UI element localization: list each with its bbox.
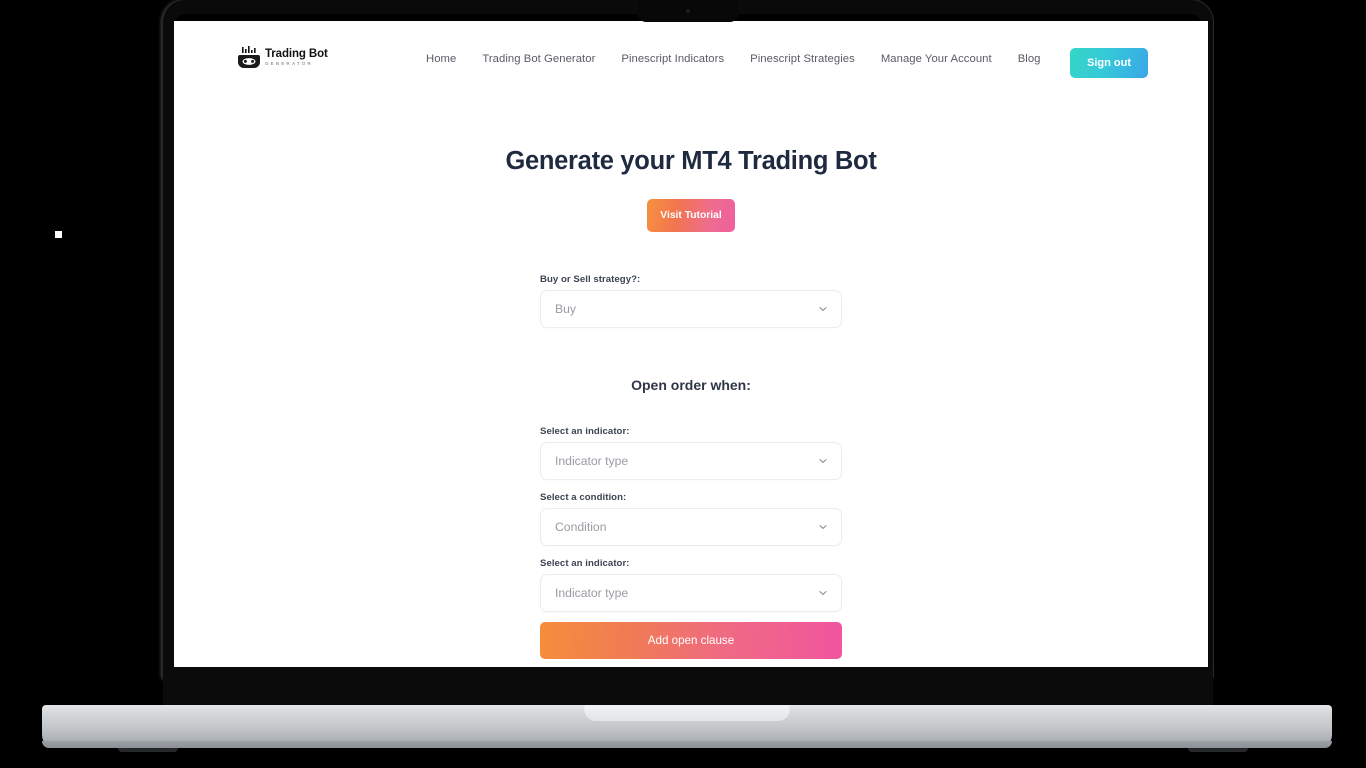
condition-select[interactable]: Condition (540, 508, 842, 546)
logo-tagline: GENERATOR (265, 61, 313, 67)
webcam-icon (686, 9, 690, 13)
condition-select-value: Condition (555, 520, 607, 534)
indicator-one-select[interactable]: Indicator type (540, 442, 842, 480)
indicator-two-label: Select an indicator: (540, 558, 630, 569)
strategy-field-group: Buy or Sell strategy?: Buy (540, 274, 842, 328)
site-logo[interactable]: Trading Bot GENERATOR (238, 46, 328, 70)
chevron-down-icon (819, 589, 827, 597)
laptop-base-edge (42, 741, 1332, 748)
indicator-two-select-value: Indicator type (555, 586, 629, 600)
visit-tutorial-button[interactable]: Visit Tutorial (647, 199, 735, 232)
indicator-two-select[interactable]: Indicator type (540, 574, 842, 612)
indicator-one-label: Select an indicator: (540, 426, 630, 437)
laptop-base-notch (584, 705, 790, 721)
condition-label: Select a condition: (540, 492, 627, 503)
nav-item-blog[interactable]: Blog (1018, 53, 1041, 65)
chevron-down-icon (819, 523, 827, 531)
add-open-clause-button[interactable]: Add open clause (540, 622, 842, 659)
chevron-down-icon (819, 305, 827, 313)
laptop-display: Trading Bot GENERATOR Home Trading Bot G… (174, 21, 1208, 667)
chevron-down-icon (819, 457, 827, 465)
nav-item-trading-bot-generator[interactable]: Trading Bot Generator (482, 53, 595, 65)
main-navigation: Home Trading Bot Generator Pinescript In… (426, 21, 1041, 97)
site-header: Trading Bot GENERATOR Home Trading Bot G… (174, 21, 1208, 97)
open-order-section-heading: Open order when: (631, 377, 751, 393)
trading-bot-logo-icon (238, 46, 260, 70)
indicator-two-field-group: Select an indicator: Indicator type (540, 558, 842, 612)
page-title: Generate your MT4 Trading Bot (505, 147, 877, 175)
indicator-one-field-group: Select an indicator: Indicator type (540, 426, 842, 480)
nav-item-home[interactable]: Home (426, 53, 456, 65)
sign-out-button[interactable]: Sign out (1070, 48, 1148, 78)
web-page: Trading Bot GENERATOR Home Trading Bot G… (174, 21, 1208, 667)
strategy-select[interactable]: Buy (540, 290, 842, 328)
stray-pixel-artifact (55, 231, 62, 238)
screenshot-canvas: Trading Bot GENERATOR Home Trading Bot G… (0, 0, 1366, 768)
strategy-select-value: Buy (555, 302, 577, 316)
condition-field-group: Select a condition: Condition (540, 492, 842, 546)
bot-generator-form: Buy or Sell strategy?: Buy Open order wh… (540, 274, 842, 659)
indicator-one-select-value: Indicator type (555, 454, 629, 468)
logo-title: Trading Bot (265, 47, 328, 60)
nav-item-pinescript-indicators[interactable]: Pinescript Indicators (621, 53, 724, 65)
strategy-label: Buy or Sell strategy?: (540, 274, 641, 285)
nav-item-pinescript-strategies[interactable]: Pinescript Strategies (750, 53, 855, 65)
display-notch (638, 0, 738, 22)
nav-item-manage-your-account[interactable]: Manage Your Account (881, 53, 992, 65)
laptop-base (42, 705, 1332, 748)
